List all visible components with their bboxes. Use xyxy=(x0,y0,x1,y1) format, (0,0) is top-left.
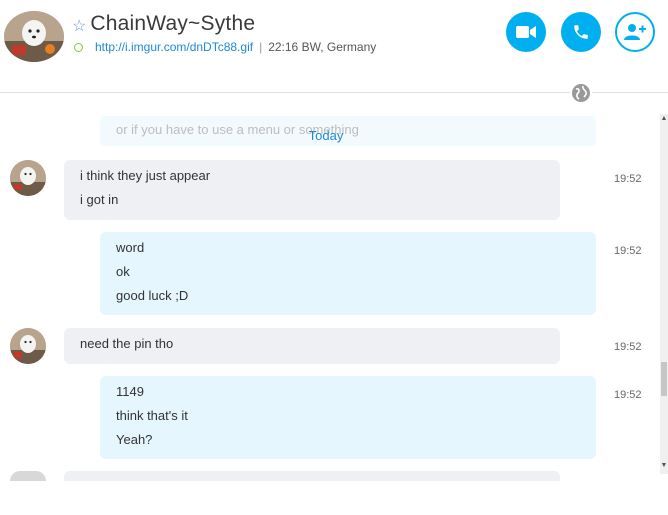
contact-avatar[interactable] xyxy=(4,11,64,62)
header-divider xyxy=(0,92,668,93)
message-timestamp: 19:52 xyxy=(614,245,642,257)
message-timestamp: 19:52 xyxy=(614,389,642,401)
message-bubble-incoming[interactable]: need the pin tho xyxy=(64,328,560,364)
sender-avatar[interactable] xyxy=(10,328,46,364)
online-status-icon xyxy=(74,42,83,52)
message-text: 1149 xyxy=(116,384,144,399)
chat-scrollbar[interactable] xyxy=(660,114,668,474)
header-separator: | xyxy=(259,40,263,54)
message-bubble-partial xyxy=(64,471,560,481)
message-bubble-incoming[interactable]: i think they just appear i got in xyxy=(64,160,560,220)
video-call-button[interactable] xyxy=(506,12,546,52)
scroll-down-arrow-icon[interactable]: ▼ xyxy=(660,461,668,471)
day-separator: Today xyxy=(308,128,344,143)
sender-avatar-partial xyxy=(10,471,46,481)
message-timestamp: 19:52 xyxy=(614,341,642,353)
favorite-star-icon[interactable]: ☆ xyxy=(72,16,86,36)
audio-call-button[interactable] xyxy=(561,12,601,52)
message-bubble-outgoing[interactable]: word ok good luck ;D xyxy=(100,232,596,315)
message-text: i got in xyxy=(80,192,119,207)
scroll-up-arrow-icon[interactable]: ▲ xyxy=(660,114,668,124)
message-text: word xyxy=(116,240,145,255)
scrollbar-thumb[interactable] xyxy=(661,362,667,396)
video-camera-icon xyxy=(516,26,536,38)
message-text: Yeah? xyxy=(116,432,153,447)
conversation-header: ☆ ChainWay~Sythe http://i.imgur.com/dnDT… xyxy=(0,0,668,92)
sender-avatar[interactable] xyxy=(10,160,46,196)
message-text: good luck ;D xyxy=(116,288,189,303)
add-people-button[interactable] xyxy=(615,12,655,52)
phone-icon xyxy=(574,25,588,39)
message-text: i think they just appear xyxy=(80,168,211,183)
contact-local-time: 22:16 BW, Germany xyxy=(268,40,377,54)
message-timestamp: 19:52 xyxy=(614,173,642,185)
message-bubble-outgoing[interactable]: 1149 think that's it Yeah? xyxy=(100,376,596,459)
message-text: think that's it xyxy=(116,408,188,423)
mood-message-link[interactable]: http://i.imgur.com/dnDTc88.gif xyxy=(95,40,253,54)
globe-icon[interactable] xyxy=(570,82,592,104)
add-person-icon xyxy=(624,24,646,40)
message-text: ok xyxy=(116,264,130,279)
message-text: need the pin tho xyxy=(80,336,174,351)
contact-name[interactable]: ChainWay~Sythe xyxy=(90,12,255,36)
